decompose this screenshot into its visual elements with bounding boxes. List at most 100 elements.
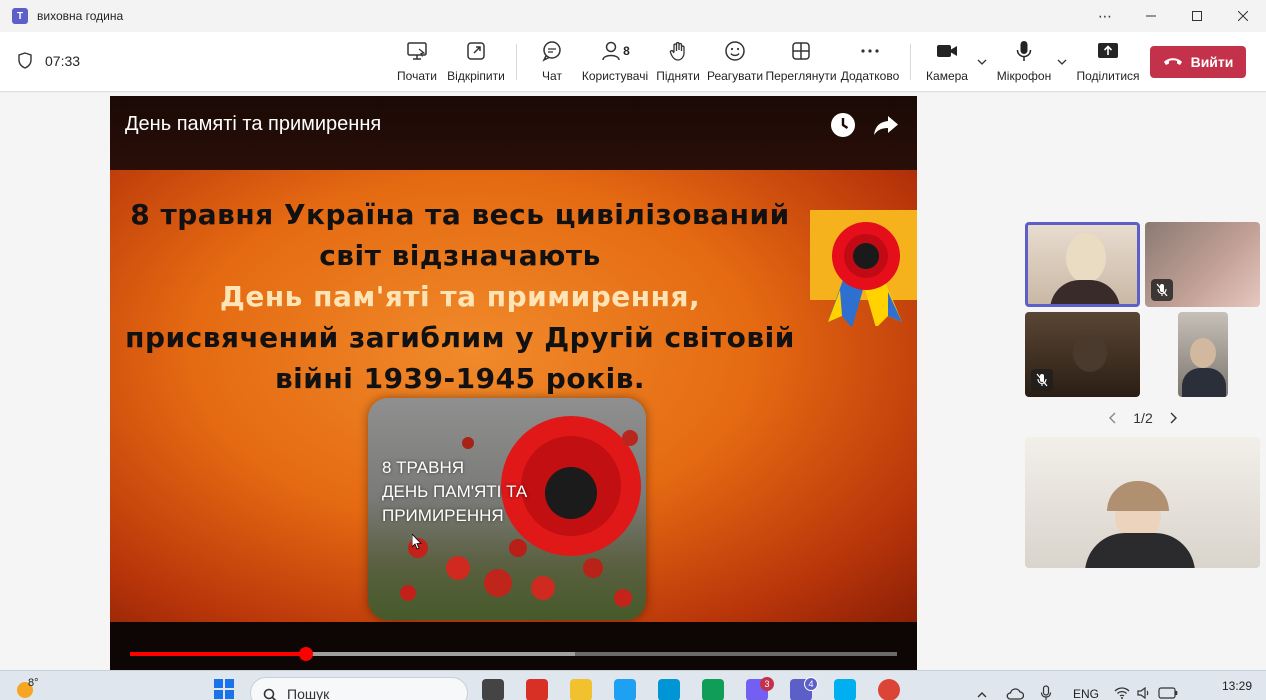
raise-hand-icon xyxy=(669,41,685,61)
video-controls xyxy=(110,622,917,670)
leave-button[interactable]: Вийти xyxy=(1150,46,1246,78)
chevron-left-icon[interactable] xyxy=(1108,412,1118,424)
task-view-icon[interactable] xyxy=(482,679,504,700)
slide-text: 8 травня Україна та весь цивілізований с… xyxy=(110,194,810,399)
meeting-toolbar: 07:33 Почати Відкріпити Чат 8 Користувач… xyxy=(0,32,1266,92)
screen-record-icon xyxy=(407,42,427,60)
watch-later-clock-icon[interactable] xyxy=(830,112,856,138)
edge-browser-icon[interactable] xyxy=(702,679,724,700)
popout-button[interactable]: Відкріпити xyxy=(446,40,506,86)
progress-played xyxy=(130,652,306,656)
smiley-icon xyxy=(725,41,745,61)
people-icon xyxy=(602,41,620,61)
weather-temperature: 8° xyxy=(28,677,39,689)
title-bar: T виховна година ⋯ xyxy=(0,0,1266,32)
participant-pager: 1/2 xyxy=(1108,409,1178,427)
shared-video-player[interactable]: День памяті та примирення 8 травня Украї… xyxy=(110,96,917,670)
participant-tile[interactable] xyxy=(1145,222,1260,307)
file-explorer-icon[interactable] xyxy=(570,679,592,700)
gmail-icon[interactable] xyxy=(526,679,548,700)
video-header: День памяті та примирення xyxy=(110,96,917,170)
window-title: виховна година xyxy=(37,9,124,23)
camera-icon xyxy=(937,45,957,57)
muted-indicator xyxy=(1031,369,1053,391)
get-help-icon[interactable] xyxy=(614,679,636,700)
slide-line-highlight: День пам'яті та примирення, xyxy=(219,280,701,313)
participant-face xyxy=(1066,233,1106,283)
teams-badge: 4 xyxy=(804,677,818,691)
people-count: 8 xyxy=(623,44,630,58)
mic-options-chevron-icon[interactable] xyxy=(1056,56,1068,68)
minimize-button[interactable] xyxy=(1128,0,1174,32)
video-slide: 8 травня Україна та весь цивілізований с… xyxy=(110,170,917,622)
myhp-icon[interactable] xyxy=(658,679,680,700)
maximize-button[interactable] xyxy=(1174,0,1220,32)
search-icon xyxy=(263,688,277,700)
video-title: День памяті та примирення xyxy=(125,113,382,135)
hang-up-icon xyxy=(1163,58,1182,65)
chevron-right-icon[interactable] xyxy=(1168,412,1178,424)
participant-face xyxy=(1190,338,1216,368)
pager-label: 1/2 xyxy=(1133,410,1153,426)
poppy-picture-card: 8 ТРАВНЯ ДЕНЬ ПАМ'ЯТІ ТА ПРИМИРЕННЯ xyxy=(368,398,646,620)
slide-line: присвячений загиблим у Другій світовій xyxy=(125,321,795,354)
participant-tile-active-speaker[interactable] xyxy=(1025,222,1140,307)
onedrive-cloud-icon[interactable] xyxy=(1006,687,1024,700)
slide-line: 8 травня Україна та весь цивілізований xyxy=(130,198,790,231)
toolbar-divider xyxy=(516,44,517,80)
poppy-card-text: 8 ТРАВНЯ ДЕНЬ ПАМ'ЯТІ ТА ПРИМИРЕННЯ xyxy=(382,456,527,528)
video-progress-bar[interactable] xyxy=(130,647,897,661)
poppy-ribbon-emblem xyxy=(810,210,917,326)
people-icon-group: 8 xyxy=(600,40,630,62)
self-view-tile[interactable] xyxy=(1025,437,1260,568)
window-controls: ⋯ xyxy=(1082,0,1266,32)
more-options-icon[interactable]: ⋯ xyxy=(1082,0,1128,32)
participant-body xyxy=(1050,280,1120,304)
skype-icon[interactable] xyxy=(834,679,856,700)
chat-button[interactable]: Чат xyxy=(534,40,570,86)
participant-body xyxy=(1182,368,1226,397)
tray-microphone-icon[interactable] xyxy=(1040,685,1052,700)
camera-options-chevron-icon[interactable] xyxy=(976,56,988,68)
progress-scrubber-handle[interactable] xyxy=(298,647,313,661)
tray-chevron-up-icon[interactable] xyxy=(976,689,988,699)
share-arrow-icon[interactable] xyxy=(873,112,899,138)
taskbar-search-box[interactable]: Пошук xyxy=(250,677,468,700)
toolbar-divider xyxy=(910,44,911,80)
participant-tile[interactable] xyxy=(1178,312,1228,397)
speaker-volume-icon[interactable] xyxy=(1137,687,1151,699)
slide-line: світ відзначають xyxy=(319,239,601,272)
mouse-cursor-icon xyxy=(412,534,422,550)
participant-face xyxy=(1073,334,1107,372)
windows-start-icon[interactable] xyxy=(214,679,234,699)
mic-button[interactable]: Мікрофон xyxy=(996,40,1052,86)
system-clock[interactable]: 13:29 xyxy=(1222,679,1252,693)
chat-icon xyxy=(542,41,561,62)
viber-badge: 3 xyxy=(760,677,774,691)
view-button[interactable]: Переглянути xyxy=(765,40,837,86)
raise-hand-button[interactable]: Підняти xyxy=(656,40,700,86)
share-button[interactable]: Поділитися xyxy=(1076,40,1140,86)
participant-hair xyxy=(1107,481,1169,511)
windows-taskbar: 8° Пошук 3 4 ENG 13:29 xyxy=(0,670,1266,700)
close-button[interactable] xyxy=(1220,0,1266,32)
wifi-icon[interactable] xyxy=(1114,687,1130,699)
start-recording-button[interactable]: Почати xyxy=(395,40,439,86)
muted-indicator xyxy=(1151,279,1173,301)
teams-app-icon: T xyxy=(12,8,28,24)
battery-icon[interactable] xyxy=(1158,687,1178,699)
people-button[interactable]: 8 Користувачі xyxy=(582,40,648,86)
grid-view-icon xyxy=(792,42,810,60)
participant-tile[interactable] xyxy=(1025,312,1140,397)
microphone-icon xyxy=(1016,41,1032,61)
chrome-icon[interactable] xyxy=(878,679,900,700)
react-button[interactable]: Реагувати xyxy=(707,40,763,86)
camera-button[interactable]: Камера xyxy=(925,40,969,86)
leave-label: Вийти xyxy=(1190,54,1234,70)
mic-off-icon xyxy=(1156,283,1168,297)
more-actions-button[interactable]: Додатково xyxy=(841,40,899,86)
input-language[interactable]: ENG xyxy=(1073,687,1099,700)
card-line: 8 ТРАВНЯ xyxy=(382,458,464,477)
card-line: ПРИМИРЕННЯ xyxy=(382,506,504,525)
search-label: Пошук xyxy=(287,686,330,700)
